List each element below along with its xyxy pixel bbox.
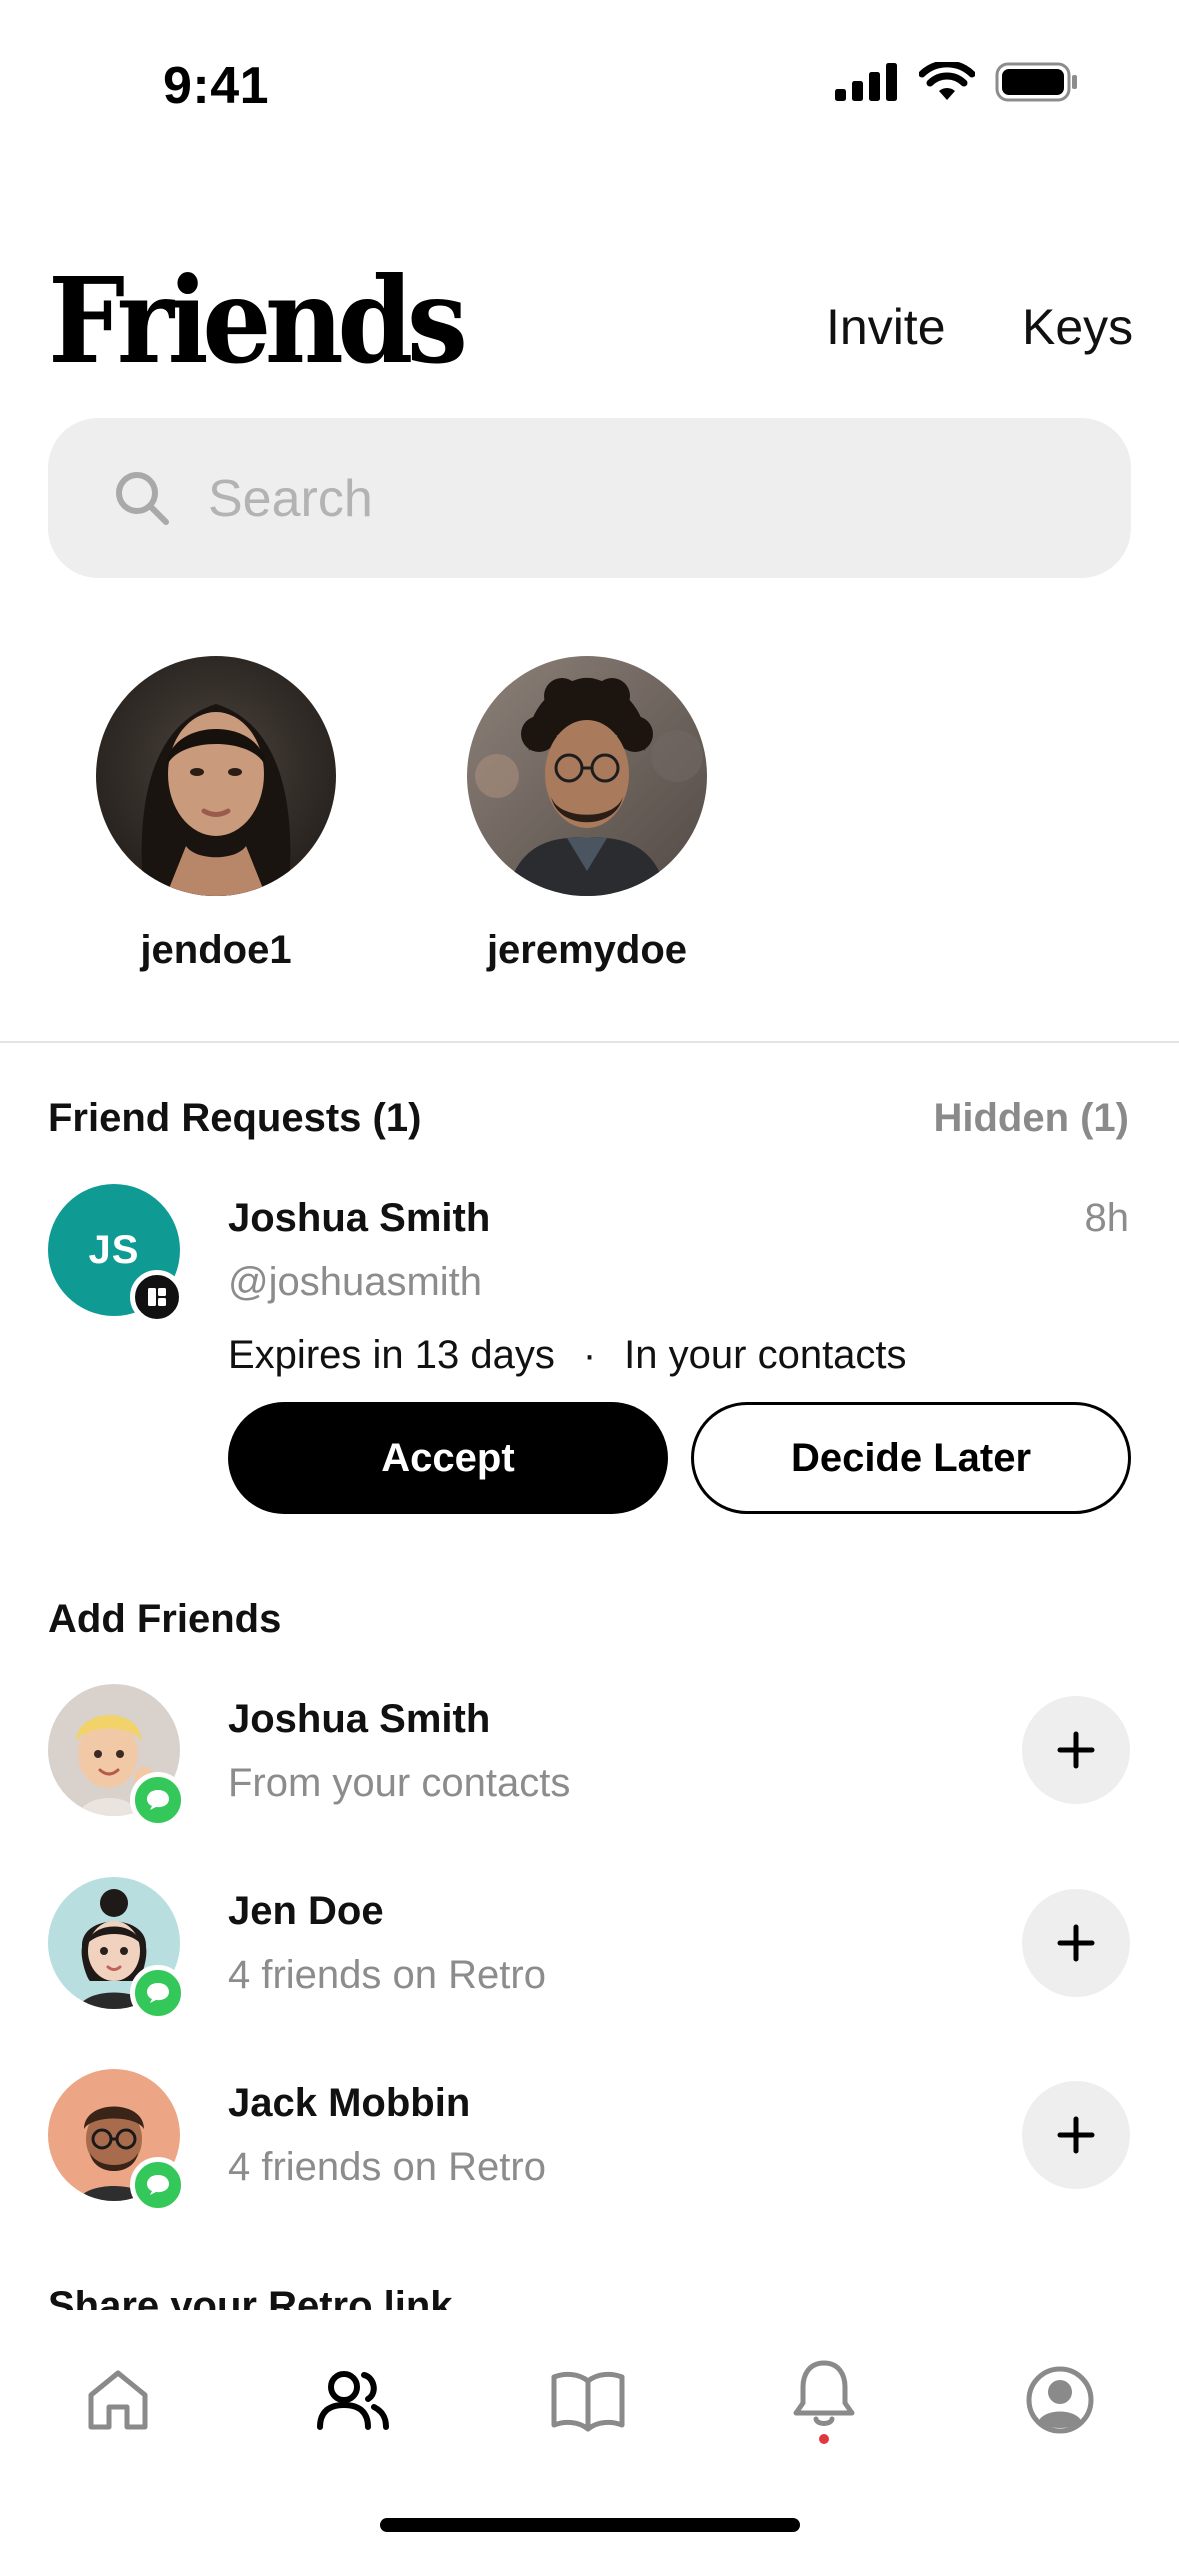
add-friend-button[interactable] <box>1022 1696 1130 1804</box>
retro-badge-icon <box>130 1270 184 1324</box>
avatar[interactable] <box>467 656 707 896</box>
message-icon <box>130 2157 186 2213</box>
keys-button[interactable]: Keys <box>1022 298 1133 356</box>
profile-icon <box>1026 2366 1094 2434</box>
status-icons <box>835 62 1079 102</box>
friends-icon <box>317 2371 389 2430</box>
notification-dot <box>819 2434 829 2444</box>
request-name: Joshua Smith <box>228 1196 491 1240</box>
suggestion-name: Jen Doe <box>228 1889 384 1933</box>
suggestion-subtitle: From your contacts <box>228 1761 571 1805</box>
book-icon <box>551 2371 625 2432</box>
request-time: 8h <box>1084 1196 1130 1240</box>
plus-icon <box>1057 1924 1095 1962</box>
request-context: In your contacts <box>624 1333 907 1377</box>
search-bar[interactable] <box>48 418 1131 580</box>
message-icon <box>130 1965 186 2021</box>
suggestion-name: Joshua Smith <box>228 1697 491 1741</box>
add-friend-button[interactable] <box>1022 2081 1130 2189</box>
search-icon <box>116 472 169 525</box>
hidden-requests-button[interactable]: Hidden (1) <box>933 1096 1129 1141</box>
request-meta: Expires in 13 days · In your contacts <box>228 1333 907 1378</box>
add-friends-title: Add Friends <box>48 1597 282 1641</box>
friend-item[interactable]: jeremydoe <box>457 656 717 973</box>
search-input[interactable] <box>206 418 1090 580</box>
suggestion-name: Jack Mobbin <box>228 2081 471 2125</box>
tab-friends[interactable] <box>292 2350 412 2450</box>
home-icon <box>88 2370 148 2430</box>
page-title: Friends <box>48 251 468 390</box>
accept-button[interactable]: Accept <box>228 1402 668 1514</box>
status-time: 9:41 <box>163 57 270 115</box>
friend-username: jeremydoe <box>486 928 688 972</box>
section-divider <box>0 1041 1179 1043</box>
plus-icon <box>1057 2116 1095 2154</box>
bell-icon <box>793 2360 855 2444</box>
suggestion-subtitle: 4 friends on Retro <box>228 1953 546 1997</box>
decide-later-button[interactable]: Decide Later <box>691 1402 1131 1514</box>
cellular-signal-icon <box>835 63 897 101</box>
request-expiry: Expires in 13 days <box>228 1333 555 1377</box>
plus-icon <box>1057 1731 1095 1769</box>
tab-notifications[interactable] <box>764 2350 884 2450</box>
friend-username: jendoe1 <box>140 928 292 972</box>
battery-icon <box>995 62 1077 102</box>
tab-profile[interactable] <box>1000 2350 1120 2450</box>
meta-separator: · <box>582 1333 597 1377</box>
friend-item[interactable]: jendoe1 <box>86 656 346 973</box>
add-friend-button[interactable] <box>1022 1889 1130 1997</box>
tab-library[interactable] <box>528 2350 648 2450</box>
invite-button[interactable]: Invite <box>826 298 946 356</box>
wifi-icon <box>919 62 975 100</box>
suggestion-subtitle: 4 friends on Retro <box>228 2145 546 2189</box>
message-icon <box>130 1772 186 1828</box>
request-handle: @joshuasmith <box>228 1260 483 1304</box>
home-indicator <box>380 2518 800 2532</box>
friend-requests-title: Friend Requests (1) <box>48 1096 422 1140</box>
avatar[interactable] <box>96 656 336 896</box>
tab-home[interactable] <box>58 2350 178 2450</box>
